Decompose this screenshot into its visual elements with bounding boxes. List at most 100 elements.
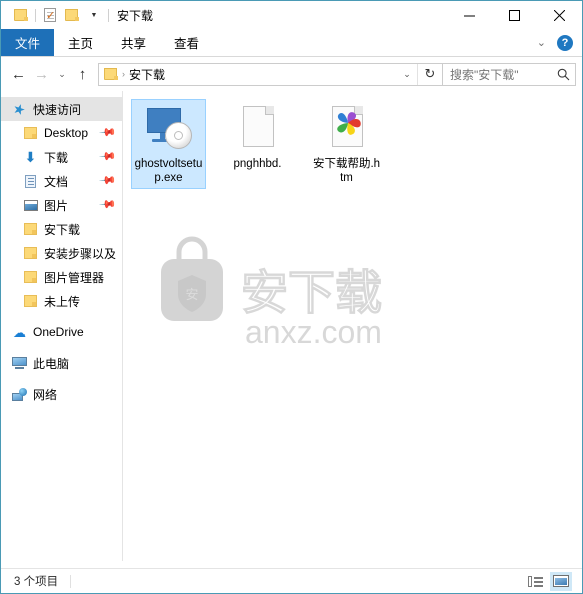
file-item-ghostvoltsetup[interactable]: ghostvoltsetup.exe [131, 99, 206, 189]
folder-icon [22, 245, 39, 261]
view-mode-buttons [524, 571, 582, 591]
html-document-icon [323, 104, 371, 152]
folder-icon [22, 293, 39, 309]
search-box[interactable]: 搜索"安下载" [443, 62, 576, 86]
blank-document-icon [234, 104, 282, 152]
sidebar-item-label: 下载 [44, 150, 69, 165]
sidebar-item-label: Desktop [44, 126, 89, 140]
quick-access-toolbar: ✓ ▼ 安下载 [1, 1, 153, 29]
address-dropdown-icon[interactable]: ⌄ [397, 64, 417, 85]
sidebar-item-label: 网络 [33, 387, 58, 402]
folder-icon [104, 68, 118, 80]
new-folder-icon[interactable] [61, 4, 83, 26]
sidebar-item-onedrive[interactable]: ☁ OneDrive [1, 320, 122, 344]
chevron-down-icon[interactable]: ▼ [83, 4, 105, 26]
watermark: 安 安下载 anxz.com [153, 231, 423, 351]
recent-locations-button[interactable]: ⌄ [53, 62, 71, 86]
file-grid: ghostvoltsetup.exe pnghhbd. 安下载帮助.htm [131, 99, 582, 189]
star-icon: ★ [11, 99, 28, 119]
download-icon: ⬇ [24, 149, 37, 165]
tab-share[interactable]: 共享 [107, 29, 160, 56]
window-controls [447, 1, 582, 29]
sidebar-item-label: 文档 [44, 174, 69, 189]
pin-icon[interactable]: 📌 [99, 195, 118, 214]
sidebar-item-desktop[interactable]: Desktop 📌 [1, 121, 122, 145]
svg-text:anxz.com: anxz.com [245, 314, 382, 350]
folder-icon [22, 269, 39, 285]
chevron-down-icon[interactable]: ⌄ [534, 36, 549, 49]
this-pc-icon [11, 355, 28, 371]
divider [70, 574, 72, 588]
search-icon[interactable] [551, 68, 575, 81]
network-icon [11, 386, 28, 402]
tab-home[interactable]: 主页 [54, 29, 107, 56]
sidebar-item-anxiazai[interactable]: 安下载 [1, 217, 122, 241]
svg-text:安: 安 [185, 288, 198, 303]
file-name: ghostvoltsetup.exe [134, 158, 203, 184]
sidebar-item-this-pc[interactable]: 此电脑 [1, 351, 122, 375]
pin-icon[interactable]: 📌 [99, 147, 118, 166]
folder-icon [22, 221, 39, 237]
svg-text:安下载: 安下载 [241, 266, 382, 321]
file-list-pane[interactable]: 安 安下载 anxz.com ghostvoltsetup.exe pnghhb… [123, 91, 582, 561]
sidebar-item-label: 快速访问 [33, 102, 82, 117]
back-button[interactable]: ← [7, 62, 30, 86]
sidebar-item-install-steps[interactable]: 安装步骤以及 [1, 241, 122, 265]
help-icon[interactable]: ? [557, 34, 573, 51]
maximize-button[interactable] [492, 1, 537, 29]
ribbon-tabs: 文件 主页 共享 查看 ⌄ ? [1, 29, 582, 57]
file-name: pnghhbd. [233, 158, 282, 170]
properties-icon[interactable]: ✓ [39, 4, 61, 26]
file-item-anxiazai-help[interactable]: 安下载帮助.htm [309, 99, 384, 189]
tab-view[interactable]: 查看 [160, 29, 213, 56]
folder-icon[interactable] [10, 4, 32, 26]
sidebar-item-not-uploaded[interactable]: 未上传 [1, 289, 122, 313]
navigation-pane: ★ 快速访问 Desktop 📌 ⬇ 下载 📌 文档 📌 图片 📌 安下载 安装… [1, 91, 123, 561]
details-view-button[interactable] [524, 572, 546, 591]
minimize-button[interactable] [447, 1, 492, 29]
pin-icon[interactable]: 📌 [99, 171, 118, 190]
file-explorer-window: ✓ ▼ 安下载 文件 主页 共享 查看 ⌄ ? ← → ⌄ ↑ › 安下载 ⌄ … [0, 0, 583, 594]
documents-icon [22, 173, 39, 189]
large-icons-view-button[interactable] [550, 571, 572, 591]
sidebar-item-label: 安下载 [44, 222, 81, 237]
close-button[interactable] [537, 1, 582, 29]
refresh-icon[interactable]: ↻ [417, 63, 442, 85]
sidebar-item-label: 未上传 [44, 294, 81, 309]
sidebar-item-documents[interactable]: 文档 📌 [1, 169, 122, 193]
forward-button[interactable]: → [30, 62, 53, 86]
explorer-body: ★ 快速访问 Desktop 📌 ⬇ 下载 📌 文档 📌 图片 📌 安下载 安装… [1, 91, 582, 561]
breadcrumb[interactable]: › 安下载 [99, 66, 397, 83]
file-item-pnghhbd[interactable]: pnghhbd. [220, 99, 295, 189]
file-name: 安下载帮助.htm [312, 158, 381, 184]
sidebar-item-label: 此电脑 [33, 356, 70, 371]
executable-icon [145, 104, 193, 152]
sidebar-item-image-manager[interactable]: 图片管理器 [1, 265, 122, 289]
cloud-icon: ☁ [13, 324, 26, 340]
breadcrumb-current[interactable]: 安下载 [129, 66, 165, 83]
tab-file[interactable]: 文件 [1, 29, 55, 56]
sidebar-item-network[interactable]: 网络 [1, 382, 122, 406]
sidebar-item-pictures[interactable]: 图片 📌 [1, 193, 122, 217]
pictures-icon [22, 197, 39, 213]
address-input[interactable]: › 安下载 ⌄ ↻ [98, 62, 443, 86]
search-input[interactable]: 搜索"安下载" [443, 66, 551, 83]
sidebar-item-label: 图片 [44, 198, 69, 213]
pin-icon[interactable]: 📌 [99, 123, 118, 142]
item-count: 3 个项目 [14, 576, 59, 588]
status-bar: 3 个项目 [1, 568, 582, 593]
sidebar-item-label: OneDrive [33, 325, 84, 339]
title-bar: ✓ ▼ 安下载 [1, 1, 582, 29]
breadcrumb-separator: › [122, 69, 125, 79]
divider [108, 8, 109, 22]
address-bar: ← → ⌄ ↑ › 安下载 ⌄ ↻ 搜索"安下载" [1, 57, 582, 91]
sidebar-item-label: 图片管理器 [44, 270, 105, 285]
up-button[interactable]: ↑ [71, 62, 94, 86]
ribbon-right-controls: ⌄ ? [534, 29, 578, 56]
sidebar-item-quick-access[interactable]: ★ 快速访问 [1, 97, 122, 121]
sidebar-item-downloads[interactable]: ⬇ 下载 📌 [1, 145, 122, 169]
divider [35, 8, 36, 22]
window-title: 安下载 [117, 8, 154, 23]
folder-icon [22, 125, 39, 141]
sidebar-item-label: 安装步骤以及 [44, 246, 117, 261]
